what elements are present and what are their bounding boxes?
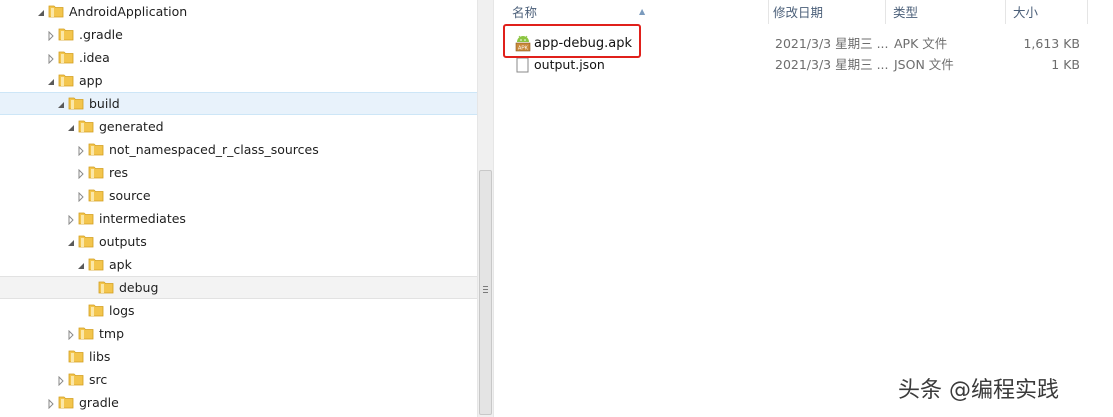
- tree-scrollbar[interactable]: [477, 0, 494, 417]
- expanded-arrow-icon[interactable]: [56, 98, 66, 108]
- folder-icon: [68, 348, 84, 364]
- folder-icon: [68, 371, 84, 387]
- file-size: 1,613 KB: [1023, 36, 1080, 51]
- file-modified: 2021/3/3 星期三 ...: [775, 36, 889, 51]
- folder-tree: AndroidApplication .gradle .idea app bui…: [0, 0, 477, 417]
- folder-icon: [78, 210, 94, 226]
- folder-icon: [88, 187, 104, 203]
- tree-item-not-namespaced-r-class-sources[interactable]: not_namespaced_r_class_sources: [0, 138, 477, 161]
- tree-item-source[interactable]: source: [0, 184, 477, 207]
- tree-item-label: tmp: [99, 326, 125, 341]
- folder-icon: [48, 3, 64, 19]
- expanded-arrow-icon[interactable]: [36, 6, 46, 16]
- tree-item-debug[interactable]: debug: [0, 276, 477, 299]
- tree-item-label: build: [89, 96, 120, 111]
- file-list: 名称 ▲ 修改日期 类型 大小 APK app-debug.apk 2021/3…: [494, 0, 1113, 417]
- folder-icon: [78, 325, 94, 341]
- folder-icon: [58, 394, 74, 410]
- column-header-label: 修改日期: [773, 5, 824, 20]
- column-header-label: 名称: [512, 5, 538, 20]
- tree-item-intermediates[interactable]: intermediates: [0, 207, 477, 230]
- expanded-arrow-icon[interactable]: [46, 75, 56, 85]
- collapsed-arrow-icon[interactable]: [66, 213, 76, 226]
- folder-icon: [88, 141, 104, 157]
- tree-item-idea[interactable]: .idea: [0, 46, 477, 69]
- tree-item-label: libs: [89, 349, 111, 364]
- tree-item-label: logs: [109, 303, 135, 318]
- expanded-arrow-icon[interactable]: [76, 259, 86, 269]
- column-header-label: 大小: [1013, 5, 1039, 20]
- tree-item-label: apk: [109, 257, 132, 272]
- tree-item-label: res: [109, 165, 129, 180]
- highlight-box: [503, 24, 641, 58]
- file-type: JSON 文件: [894, 57, 954, 72]
- tree-item-androidapplication[interactable]: AndroidApplication: [0, 0, 477, 23]
- file-type: APK 文件: [894, 36, 948, 51]
- folder-icon: [78, 118, 94, 134]
- tree-item-label: gradle: [79, 395, 119, 410]
- sort-ascending-icon: ▲: [639, 7, 646, 16]
- collapsed-arrow-icon[interactable]: [76, 190, 86, 203]
- tree-item-src[interactable]: src: [0, 368, 477, 391]
- file-modified: 2021/3/3 星期三 ...: [775, 57, 889, 72]
- watermark: 头条 @编程实践: [898, 378, 1059, 403]
- tree-item-app[interactable]: app: [0, 69, 477, 92]
- column-header-name[interactable]: 名称 ▲: [504, 0, 769, 24]
- tree-item-libs[interactable]: libs: [0, 345, 477, 368]
- folder-icon: [58, 26, 74, 42]
- tree-item-label: .idea: [79, 50, 110, 65]
- tree-item-label: generated: [99, 119, 164, 134]
- tree-item-label: .gradle: [79, 27, 123, 42]
- collapsed-arrow-icon[interactable]: [46, 397, 56, 410]
- folder-icon: [88, 164, 104, 180]
- column-header-size[interactable]: 大小: [1005, 0, 1088, 24]
- column-header-type[interactable]: 类型: [885, 0, 1006, 24]
- tree-item-label: intermediates: [99, 211, 186, 226]
- tree-item-tmp[interactable]: tmp: [0, 322, 477, 345]
- expanded-arrow-icon[interactable]: [66, 121, 76, 131]
- tree-item-logs[interactable]: logs: [0, 299, 477, 322]
- file-size: 1 KB: [1051, 57, 1080, 72]
- collapsed-arrow-icon[interactable]: [46, 29, 56, 42]
- grip-line: [483, 292, 488, 293]
- tree-item-label: not_namespaced_r_class_sources: [109, 142, 319, 157]
- folder-icon: [98, 279, 114, 295]
- column-header-modified[interactable]: 修改日期: [765, 0, 886, 24]
- folder-icon: [88, 302, 104, 318]
- column-header-label: 类型: [893, 5, 919, 20]
- collapsed-arrow-icon[interactable]: [66, 328, 76, 341]
- collapsed-arrow-icon[interactable]: [46, 52, 56, 65]
- tree-item-res[interactable]: res: [0, 161, 477, 184]
- tree-item-label: AndroidApplication: [69, 4, 188, 19]
- tree-item-outputs[interactable]: outputs: [0, 230, 477, 253]
- tree-item-label: outputs: [99, 234, 147, 249]
- folder-icon: [88, 256, 104, 272]
- collapsed-arrow-icon[interactable]: [76, 144, 86, 157]
- tree-item-generated[interactable]: generated: [0, 115, 477, 138]
- grip-line: [483, 289, 488, 290]
- collapsed-arrow-icon[interactable]: [56, 374, 66, 387]
- json-file-icon: [516, 57, 530, 73]
- folder-icon: [58, 49, 74, 65]
- scrollbar-thumb[interactable]: [479, 170, 492, 415]
- tree-item-label: debug: [119, 280, 159, 295]
- file-name: output.json: [534, 57, 605, 72]
- tree-item-gradle[interactable]: gradle: [0, 391, 477, 414]
- tree-item-label: source: [109, 188, 151, 203]
- tree-item-label: app: [79, 73, 103, 88]
- tree-item-gradle-dir[interactable]: .gradle: [0, 23, 477, 46]
- tree-item-label: src: [89, 372, 108, 387]
- grip-line: [483, 286, 488, 287]
- expanded-arrow-icon[interactable]: [66, 236, 76, 246]
- folder-icon: [78, 233, 94, 249]
- folder-icon: [58, 72, 74, 88]
- collapsed-arrow-icon[interactable]: [76, 167, 86, 180]
- tree-item-apk[interactable]: apk: [0, 253, 477, 276]
- tree-item-build[interactable]: build: [0, 92, 477, 115]
- folder-icon: [68, 95, 84, 111]
